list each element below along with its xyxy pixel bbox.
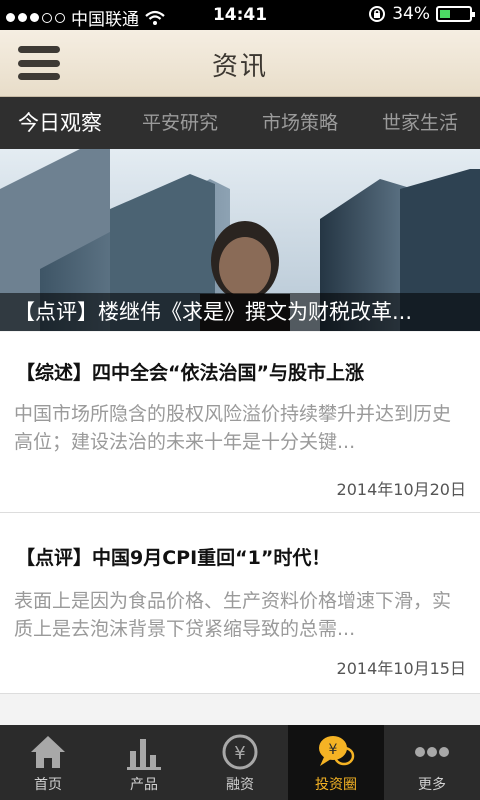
news-summary: 表面上是因为食品价格、生产资料价格增速下滑，实质上是去泡沫背景下贷紧缩导致的总需… (14, 590, 452, 640)
battery-percent: 34% (392, 4, 430, 24)
featured-banner[interactable]: 【点评】楼继伟《求是》撰文为财税改革... (0, 149, 480, 331)
tab-products[interactable]: 产品 (96, 725, 192, 800)
news-headline: 【综述】四中全会“依法治国”与股市上涨 (16, 362, 364, 384)
tab-today-observation[interactable]: 今日观察 (0, 97, 120, 149)
page-title: 资讯 (211, 52, 268, 82)
tab-more[interactable]: 更多 (384, 725, 480, 800)
yen-icon: ¥ (222, 734, 258, 770)
tab-market-strategy[interactable]: 市场策略 (240, 97, 360, 149)
tab-label: 投资圈 (315, 777, 357, 793)
tab-label: 首页 (34, 777, 62, 793)
news-summary: 中国市场所隐含的股权风险溢价持续攀升并达到历史高位；建设法治的未来十年是十分关键… (14, 403, 452, 453)
chat-yen-icon: ¥ (319, 736, 355, 766)
tab-shijia-life[interactable]: 世家生活 (360, 97, 480, 149)
svg-text:¥: ¥ (234, 743, 245, 764)
tab-label: 产品 (130, 777, 158, 793)
home-icon (31, 736, 65, 768)
news-headline: 【点评】中国9月CPI重回“1”时代！ (16, 547, 331, 569)
header-bar: 资讯 (0, 30, 480, 97)
tab-pingan-research[interactable]: 平安研究 (120, 97, 240, 149)
tab-investment-circle[interactable]: ¥ 投资圈 (288, 725, 384, 800)
bottom-tab-bar: 首页 产品 ¥ 融资 ¥ 投资圈 更多 (0, 725, 480, 800)
status-bar: 中国联通 14:41 34% (0, 0, 480, 30)
battery-icon (436, 6, 475, 22)
banner-caption: 【点评】楼继伟《求是》撰文为财税改革... (0, 293, 480, 331)
category-tabs: 今日观察 平安研究 市场策略 世家生活 (0, 97, 480, 149)
svg-text:¥: ¥ (329, 742, 338, 758)
tab-financing[interactable]: ¥ 融资 (192, 725, 288, 800)
news-date: 2014年10月20日 (336, 480, 466, 499)
product-chart-icon (127, 739, 161, 770)
news-date: 2014年10月15日 (336, 659, 466, 678)
news-item[interactable]: 【点评】中国9月CPI重回“1”时代！ 表面上是因为食品价格、生产资料价格增速下… (0, 513, 480, 694)
rotation-lock-icon (369, 6, 386, 22)
more-icon (415, 747, 449, 757)
tab-label: 融资 (226, 777, 254, 793)
tab-label: 更多 (418, 777, 446, 793)
news-item[interactable]: 【综述】四中全会“依法治国”与股市上涨 中国市场所隐含的股权风险溢价持续攀升并达… (0, 332, 480, 513)
tab-home[interactable]: 首页 (0, 725, 96, 800)
